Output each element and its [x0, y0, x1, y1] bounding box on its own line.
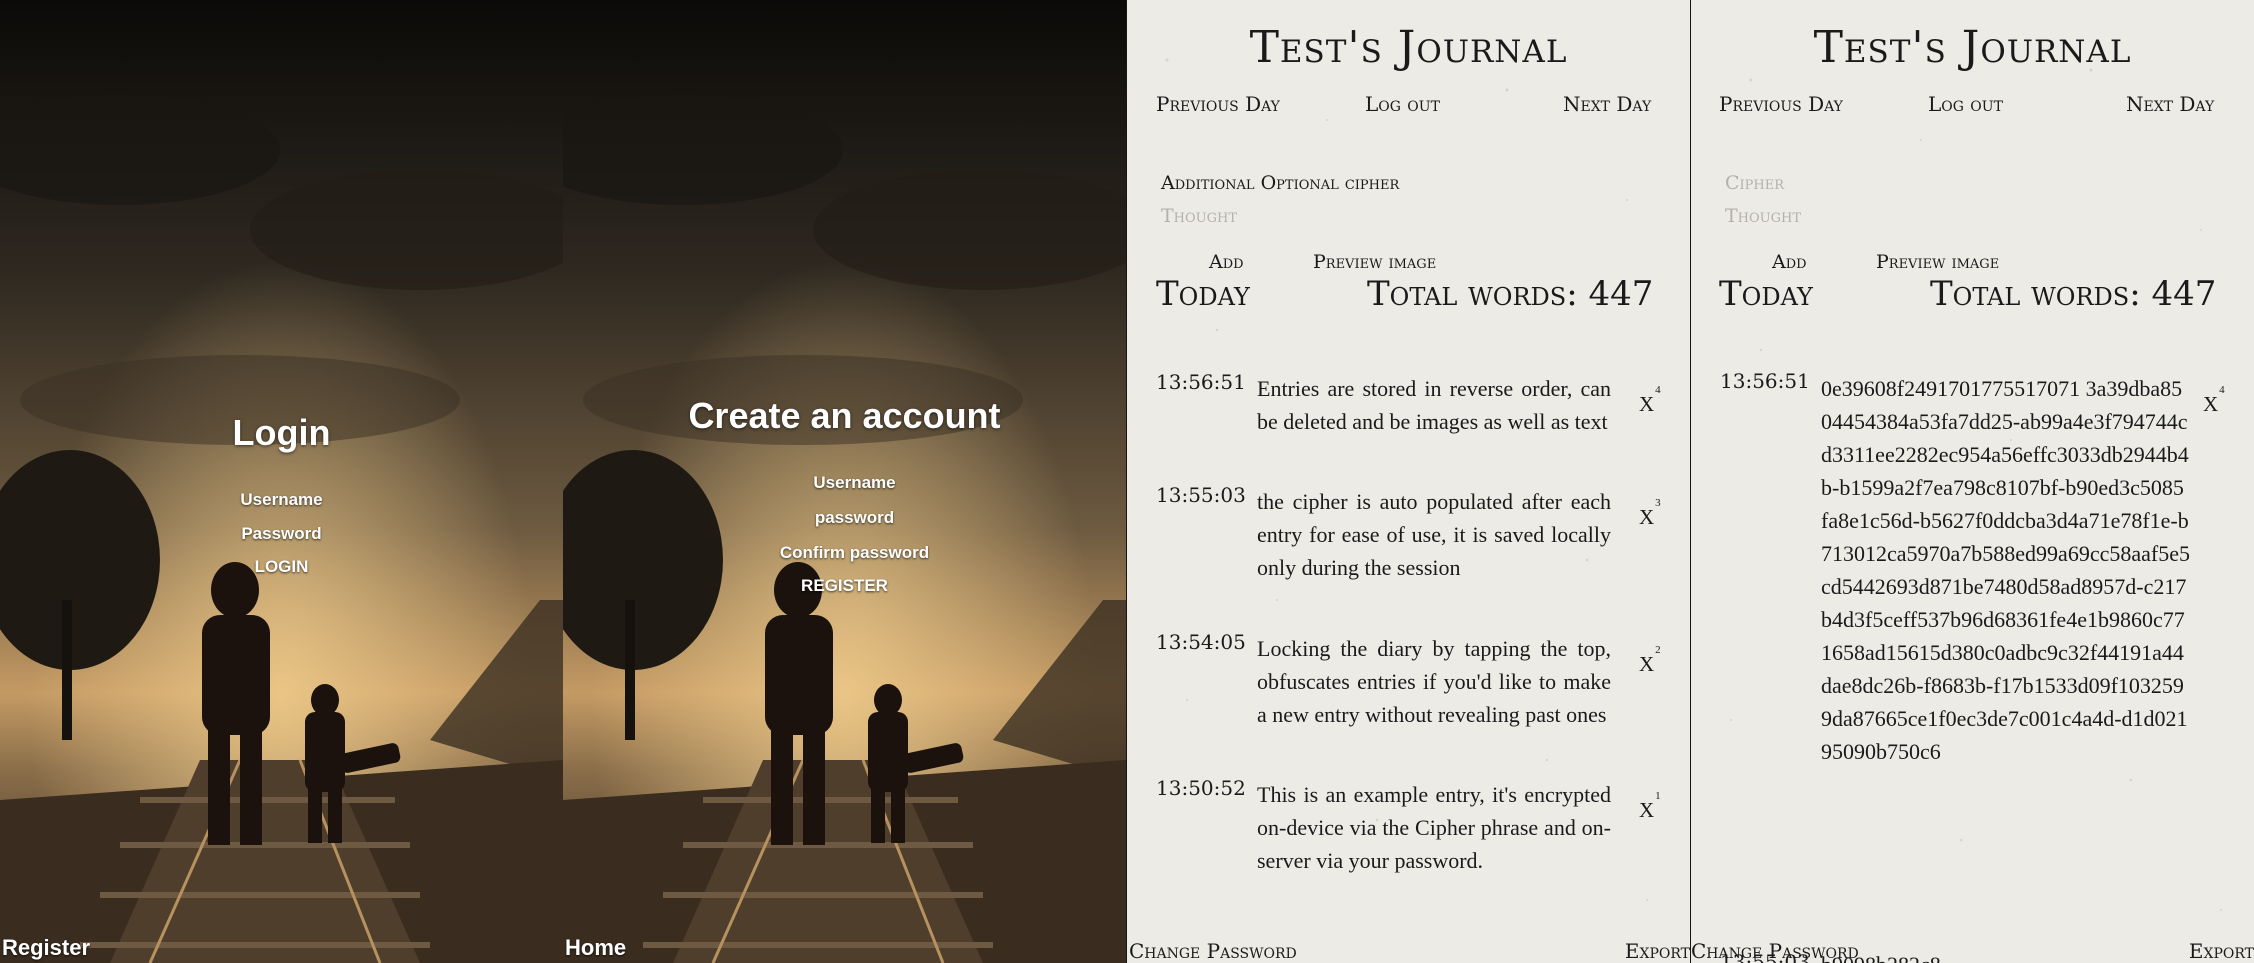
previous-day-button[interactable]: Previous Day: [1719, 92, 1843, 116]
page-title: Login: [232, 412, 331, 453]
delete-entry-button[interactable]: X2: [1639, 644, 1661, 677]
logout-button[interactable]: Log out: [1928, 92, 2003, 116]
entry-number: 3: [1655, 497, 1661, 509]
entry-text: Locking the diary by tapping the top, ob…: [1257, 636, 1611, 727]
entry-number: 2: [1655, 644, 1661, 656]
cipher-input[interactable]: Additional Optional cipher: [1161, 172, 1399, 194]
entry-number: 4: [1655, 384, 1661, 396]
journal-title[interactable]: Test's Journal: [1691, 22, 2254, 73]
entry-text: This is an example entry, it's encrypted…: [1257, 782, 1611, 873]
thought-input[interactable]: Thought: [1725, 205, 1801, 227]
cipher-input[interactable]: Cipher: [1725, 172, 1784, 194]
home-link[interactable]: Home: [565, 935, 626, 961]
export-link[interactable]: Export: [1625, 939, 1690, 963]
entry-time: 13:54:05: [1156, 630, 1246, 654]
logout-button[interactable]: Log out: [1365, 92, 1440, 116]
username-field[interactable]: Username: [573, 473, 1126, 493]
username-field[interactable]: Username: [0, 490, 563, 510]
today-label: Today: [1156, 274, 1250, 314]
page-title: Create an account: [688, 395, 1001, 436]
journal-locked-screen: Test's Journal Previous Day Log out Next…: [1691, 0, 2254, 963]
entry-text: the cipher is auto populated after each …: [1257, 489, 1611, 580]
register-screen: Create an account Username password Conf…: [563, 0, 1126, 963]
entry-number: 4: [2219, 384, 2225, 396]
entry-time: 13:55:03: [1156, 483, 1246, 507]
entry-time: 13:56:51: [1720, 369, 1810, 393]
add-button[interactable]: Add: [1209, 251, 1244, 273]
total-words: Total words: 447: [1930, 274, 2217, 314]
entry-number: 1: [1655, 790, 1661, 802]
login-screen: Login Username Password LOGIN Register: [0, 0, 563, 963]
export-link[interactable]: Export: [2189, 939, 2254, 963]
encrypted-entry-text: 0e39608f2491701775517071 3a39dba85044543…: [1821, 376, 2190, 764]
encrypted-entry-text: b9098b282c8: [1821, 948, 2191, 963]
preview-image-button[interactable]: Preview image: [1313, 251, 1436, 273]
password-field[interactable]: password: [573, 508, 1126, 528]
journal-title[interactable]: Test's Journal: [1127, 22, 1690, 73]
thought-input[interactable]: Thought: [1161, 205, 1237, 227]
entry-time: 13:50:52: [1156, 776, 1246, 800]
journal-screen: Test's Journal Previous Day Log out Next…: [1127, 0, 1690, 963]
delete-entry-button[interactable]: X4: [2203, 384, 2225, 417]
confirm-password-field[interactable]: Confirm password: [573, 543, 1126, 563]
add-button[interactable]: Add: [1772, 251, 1807, 273]
delete-entry-button[interactable]: X3: [1639, 497, 1661, 530]
next-day-button[interactable]: Next Day: [2126, 92, 2214, 116]
password-field[interactable]: Password: [0, 524, 563, 544]
register-link[interactable]: Register: [2, 935, 90, 961]
preview-image-button[interactable]: Preview image: [1876, 251, 1999, 273]
total-words: Total words: 447: [1367, 274, 1654, 314]
change-password-link[interactable]: Change Password: [1129, 939, 1297, 963]
delete-entry-button[interactable]: X4: [1639, 384, 1661, 417]
previous-day-button[interactable]: Previous Day: [1156, 92, 1280, 116]
change-password-link[interactable]: Change Password: [1691, 939, 1859, 963]
entry-time: 13:56:51: [1156, 370, 1246, 394]
delete-entry-button[interactable]: X1: [1639, 790, 1661, 823]
login-button[interactable]: LOGIN: [0, 557, 563, 577]
register-button[interactable]: REGISTER: [563, 576, 1126, 596]
next-day-button[interactable]: Next Day: [1563, 92, 1651, 116]
today-label: Today: [1719, 274, 1813, 314]
entry-text: Entries are stored in reverse order, can…: [1257, 376, 1611, 434]
background-photo: [0, 0, 563, 963]
